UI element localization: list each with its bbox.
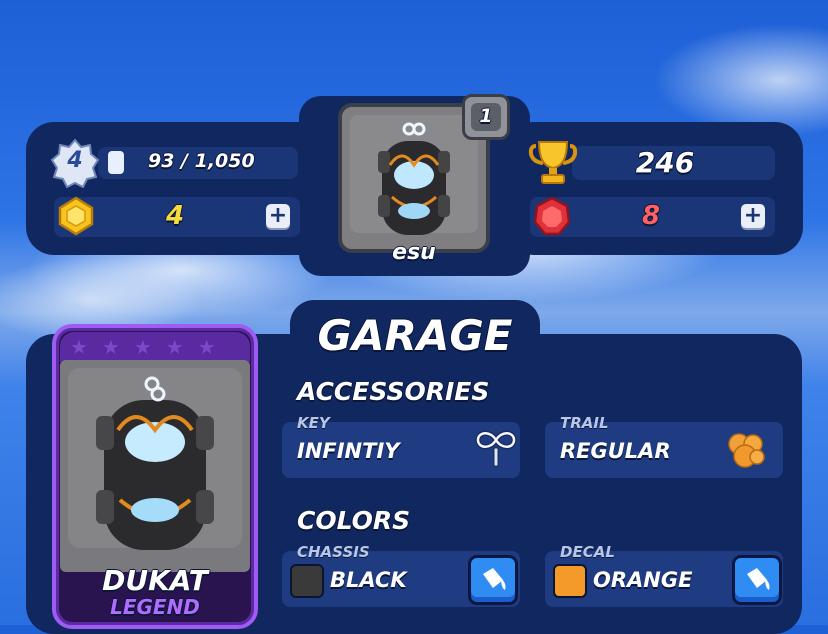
accessories-heading: ACCESSORIES: [297, 377, 490, 406]
profile-badge: 1: [462, 94, 510, 140]
level-number: 4: [67, 148, 83, 173]
decal-paint-button[interactable]: [732, 555, 782, 605]
gem-icon: [531, 196, 573, 238]
colors-heading: COLORS: [297, 506, 411, 535]
coin-icon: [56, 196, 96, 236]
profile-name: esu: [392, 240, 436, 265]
key-label: KEY: [297, 414, 330, 432]
key-value: INFINTIY: [297, 439, 400, 463]
card-kart-area: [60, 360, 250, 572]
gems-value: 8: [641, 201, 661, 231]
paint-bucket-icon: [747, 568, 770, 590]
kart-rarity: LEGEND: [110, 595, 200, 619]
decal-value: ORANGE: [593, 568, 693, 592]
smoke-puff-icon: [725, 430, 767, 470]
paint-bucket-icon: [483, 568, 506, 590]
card-star-band: ★★★★★: [60, 332, 250, 362]
trail-label: TRAIL: [560, 414, 609, 432]
trail-value: REGULAR: [560, 439, 671, 463]
add-gems-button[interactable]: +: [741, 204, 765, 228]
profile-badge-number: 1: [479, 105, 493, 127]
kart-card[interactable]: ★★★★★ DUKAT LEGEND: [52, 324, 258, 629]
card-kart-icon: [68, 368, 242, 550]
kart-name: DUKAT: [102, 564, 208, 597]
chassis-color-swatch: [290, 564, 324, 598]
decal-label: DECAL: [560, 543, 615, 561]
xp-bar-fill: [108, 151, 124, 174]
trophy-count: 246: [635, 146, 695, 179]
infinity-key-icon: [474, 426, 518, 470]
add-coins-button[interactable]: +: [266, 204, 290, 228]
chassis-value: BLACK: [330, 568, 407, 592]
trophy-icon: [528, 138, 578, 186]
level-badge: 4: [50, 138, 100, 189]
decal-color-swatch: [553, 564, 587, 598]
chassis-paint-button[interactable]: [468, 555, 518, 605]
xp-text: 93 / 1,050: [148, 150, 255, 172]
coins-value: 4: [165, 201, 185, 231]
chassis-label: CHASSIS: [297, 543, 370, 561]
garage-title: GARAGE: [317, 311, 513, 360]
